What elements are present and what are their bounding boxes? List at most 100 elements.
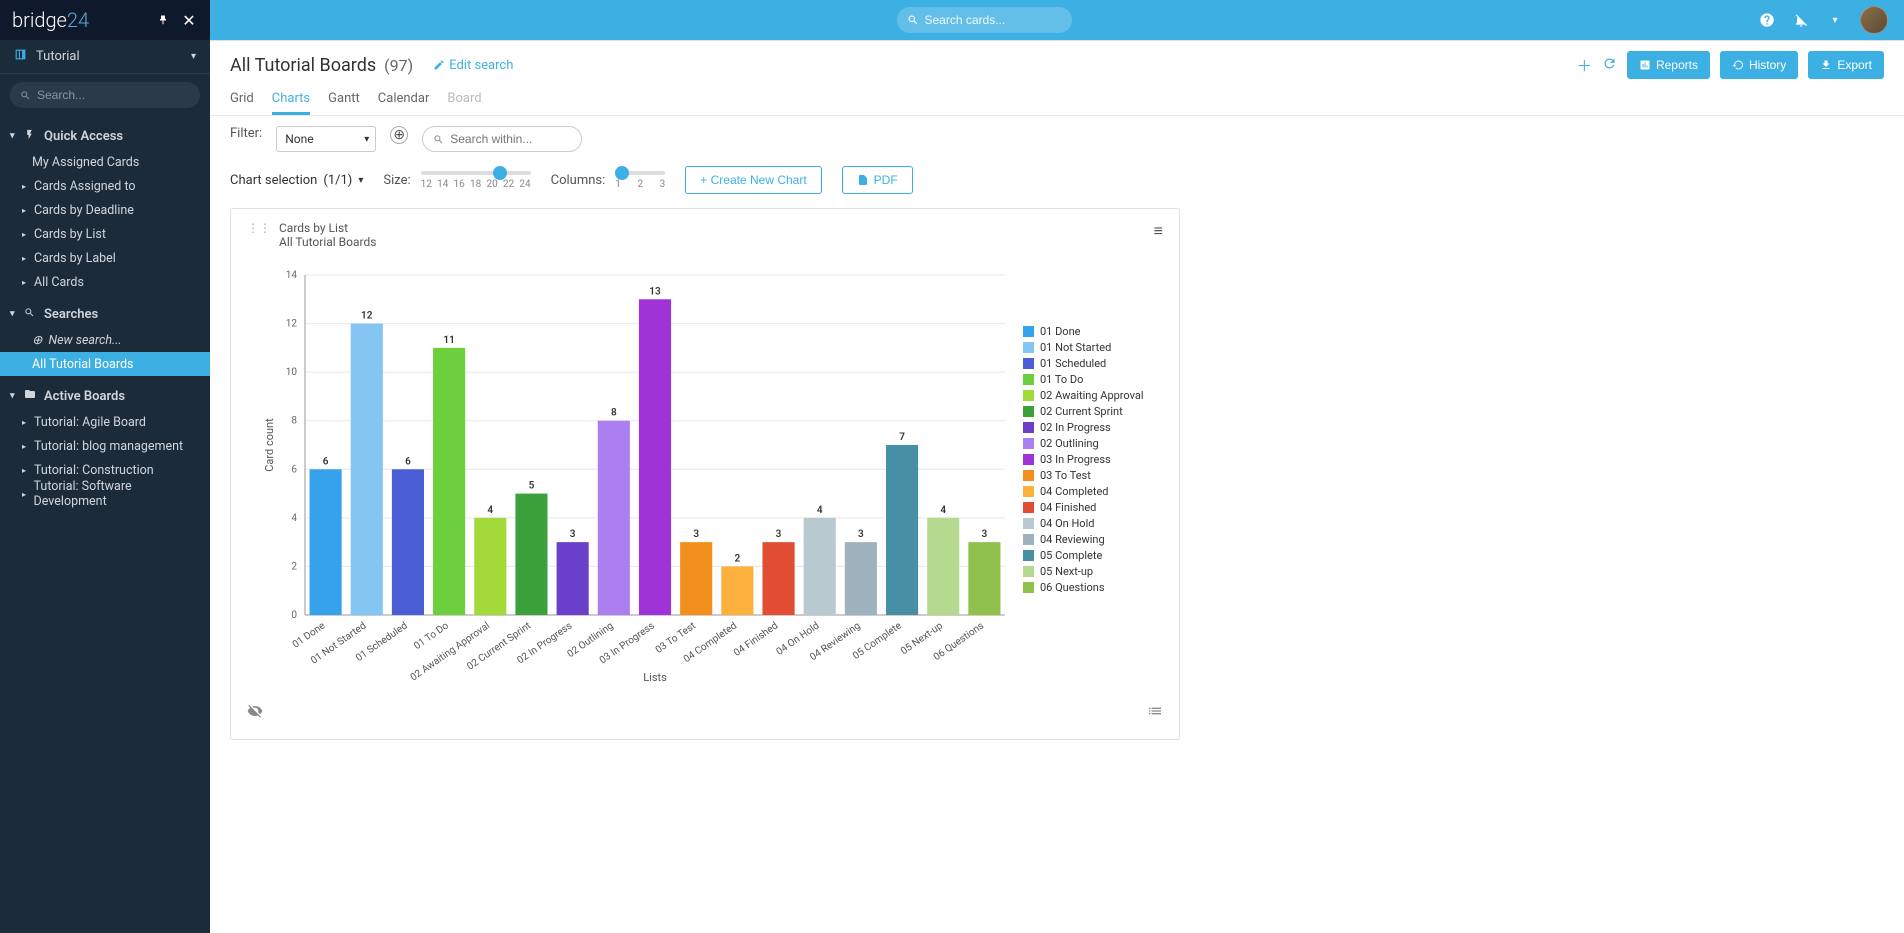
bar[interactable] [392,469,424,615]
sidebar-item[interactable]: ▸Tutorial: blog management [0,434,210,458]
sidebar-item[interactable]: ▸All Cards [0,270,210,294]
legend-item[interactable]: 02 Awaiting Approval [1023,389,1163,402]
sidebar: Tutorial ▾ ▾ Quick Access My Assigned Ca… [0,40,210,933]
legend-item[interactable]: 05 Complete [1023,549,1163,562]
bar[interactable] [968,542,1000,615]
chart-menu-icon[interactable]: ≡ [1154,221,1163,241]
tab-charts[interactable]: Charts [272,85,310,115]
bar[interactable] [433,348,465,615]
bar[interactable] [721,566,753,615]
svg-text:01 Done: 01 Done [291,620,327,650]
sidebar-section-quick-access[interactable]: ▾ Quick Access [0,122,210,150]
dropdown-caret-icon[interactable]: ▾ [1826,11,1844,29]
legend-item[interactable]: 04 On Hold [1023,517,1163,530]
bar[interactable] [515,494,547,615]
sidebar-search-input[interactable] [37,88,190,102]
legend-item[interactable]: 02 In Progress [1023,421,1163,434]
sidebar-search[interactable] [10,82,200,108]
search-within-input[interactable] [450,132,571,146]
bar[interactable] [639,299,671,615]
svg-text:12: 12 [286,319,298,330]
legend-item[interactable]: 02 Outlining [1023,437,1163,450]
create-new-chart-button[interactable]: + Create New Chart [685,166,821,194]
sidebar-item[interactable]: ▸Cards by Deadline [0,198,210,222]
search-within[interactable] [422,126,582,152]
legend-item[interactable]: 04 Finished [1023,501,1163,514]
bar[interactable] [557,542,589,615]
sidebar-item[interactable]: ▸Tutorial: Software Development [0,482,210,506]
list-view-icon[interactable] [1147,703,1163,723]
legend-item[interactable]: 03 In Progress [1023,453,1163,466]
legend-item[interactable]: 04 Reviewing [1023,533,1163,546]
svg-text:6: 6 [323,456,329,467]
pin-icon[interactable] [154,11,172,29]
bar[interactable] [310,469,342,615]
svg-text:3: 3 [693,529,699,540]
legend-item[interactable]: 01 Scheduled [1023,357,1163,370]
bar[interactable] [845,542,877,615]
filter-select[interactable]: None [276,126,376,152]
svg-text:2: 2 [291,561,297,572]
export-button[interactable]: Export [1808,51,1884,79]
help-icon[interactable] [1758,11,1776,29]
legend-item[interactable]: 01 Not Started [1023,341,1163,354]
bar[interactable] [598,421,630,615]
bar[interactable] [927,518,959,615]
bar[interactable] [804,518,836,615]
svg-text:5: 5 [529,481,535,492]
legend-item[interactable]: 05 Next-up [1023,565,1163,578]
search-cards-input[interactable] [925,13,1062,27]
tab-gantt[interactable]: Gantt [328,85,360,115]
close-icon[interactable]: ✕ [180,11,198,29]
notifications-off-icon[interactable] [1792,11,1810,29]
edit-search-link[interactable]: Edit search [433,58,513,73]
page-count: (97) [384,56,413,75]
tab-calendar[interactable]: Calendar [378,85,430,115]
visibility-toggle-icon[interactable] [247,703,263,723]
sidebar-item[interactable]: ▸Cards by List [0,222,210,246]
size-label: Size: [383,173,410,188]
tab-grid[interactable]: Grid [230,85,254,115]
legend-item[interactable]: 01 Done [1023,325,1163,338]
columns-slider[interactable] [615,171,665,175]
chart-selection-dropdown[interactable]: Chart selection (1/1) ▾ [230,173,363,188]
avatar[interactable] [1860,6,1888,34]
sidebar-section-active-boards[interactable]: ▾ Active Boards [0,382,210,410]
history-button[interactable]: History [1720,51,1798,79]
size-slider[interactable] [421,171,531,175]
pdf-button[interactable]: PDF [842,166,913,194]
sidebar-item-all-tutorial-boards[interactable]: All Tutorial Boards [0,352,210,376]
sidebar-item[interactable]: ▸Cards by Label [0,246,210,270]
legend-item[interactable]: 06 Questions [1023,581,1163,594]
sidebar-top-tutorial[interactable]: Tutorial ▾ [0,40,210,74]
sidebar-item[interactable]: ▸Tutorial: Agile Board [0,410,210,434]
bar[interactable] [680,542,712,615]
add-filter-button[interactable]: ⊕ [390,126,408,144]
svg-text:14: 14 [286,270,298,281]
reports-button[interactable]: Reports [1627,51,1710,79]
bar-chart: 02468101214601 Done1201 Not Started601 S… [247,265,1023,685]
caret-right-icon: ▸ [22,206,32,215]
sidebar-item-new-search[interactable]: ⊕ New search... [0,328,210,352]
legend-item[interactable]: 02 Current Sprint [1023,405,1163,418]
search-cards[interactable] [897,7,1072,33]
drag-handle-icon[interactable]: ⋮⋮ [247,221,271,235]
legend-item[interactable]: 01 To Do [1023,373,1163,386]
sidebar-section-searches[interactable]: ▾ Searches [0,300,210,328]
sidebar-item[interactable]: My Assigned Cards [0,150,210,174]
bar[interactable] [351,324,383,615]
svg-text:12: 12 [361,311,373,322]
bar[interactable] [762,542,794,615]
svg-text:6: 6 [405,456,411,467]
svg-text:10: 10 [286,367,298,378]
sidebar-item[interactable]: ▸Cards Assigned to [0,174,210,198]
bar[interactable] [474,518,506,615]
bar[interactable] [886,445,918,615]
top-header: bridge24 ✕ ▾ [0,0,1904,40]
add-icon[interactable]: ＋ [1577,55,1592,76]
legend-item[interactable]: 04 Completed [1023,485,1163,498]
caret-right-icon: ▸ [22,230,32,239]
refresh-icon[interactable] [1602,56,1617,75]
legend-item[interactable]: 03 To Test [1023,469,1163,482]
svg-text:3: 3 [858,529,864,540]
